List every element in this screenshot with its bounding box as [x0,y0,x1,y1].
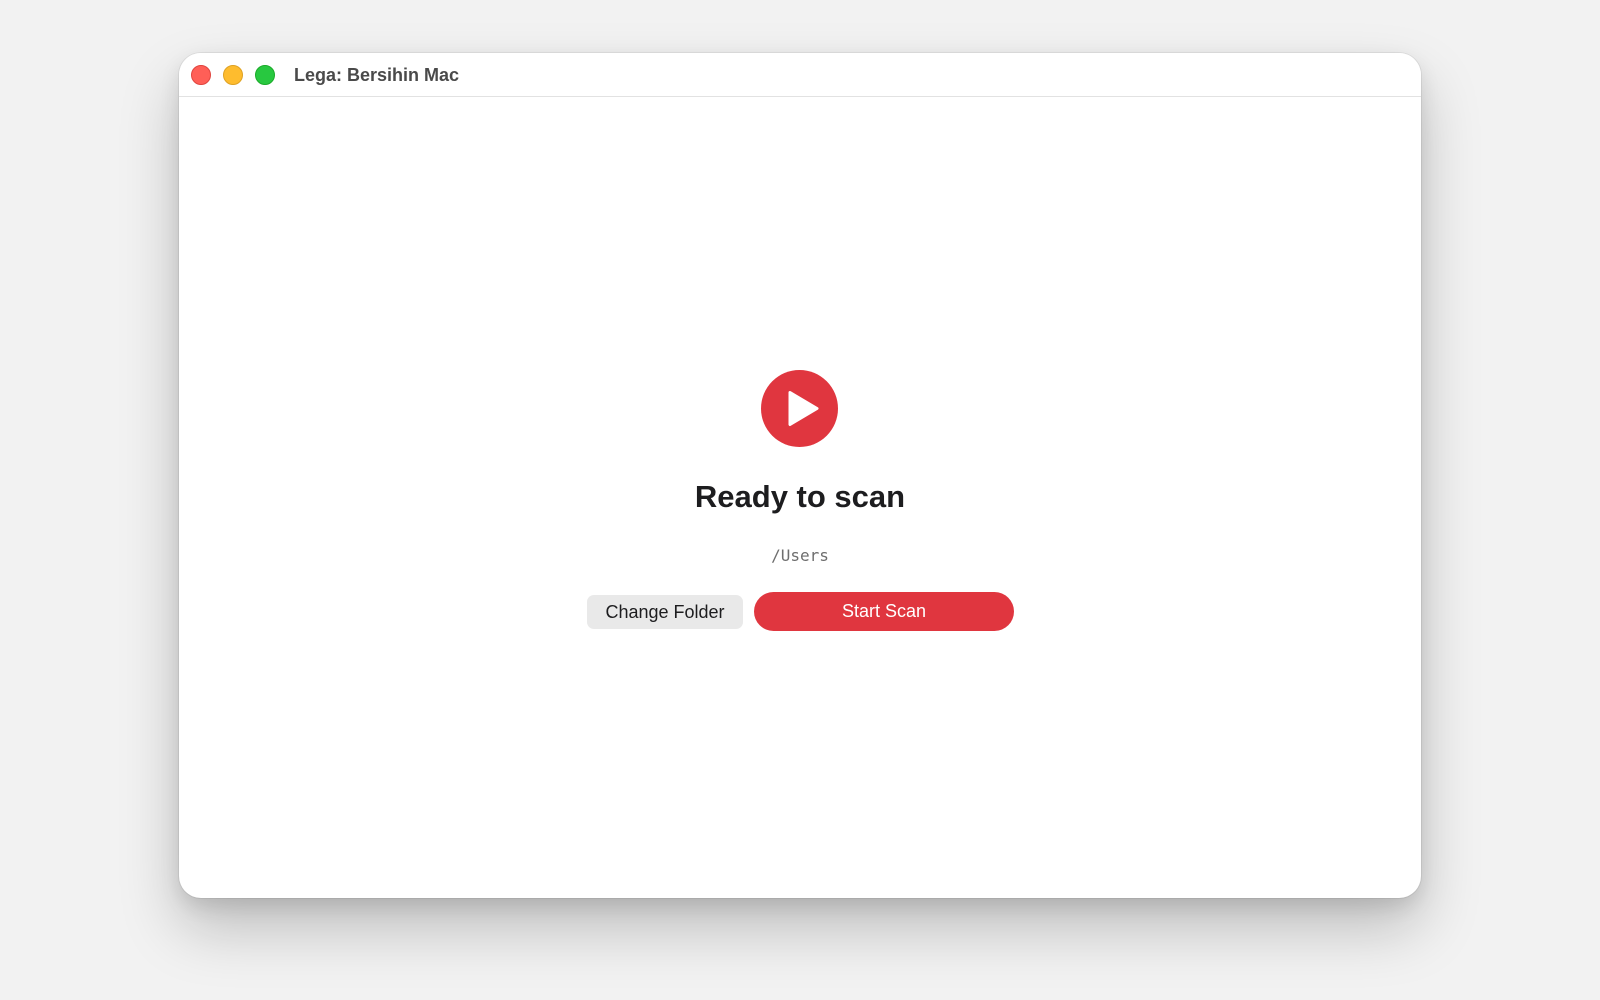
change-folder-button[interactable]: Change Folder [587,595,743,629]
maximize-window-button[interactable] [255,65,275,85]
title-bar: Lega: Bersihin Mac [179,53,1421,97]
window-title: Lega: Bersihin Mac [294,65,460,85]
selected-folder-path: /Users [771,546,829,565]
start-scan-button[interactable]: Start Scan [754,592,1014,631]
close-window-button[interactable] [191,65,211,85]
play-circle-icon [761,370,838,447]
status-heading: Ready to scan [694,479,906,514]
app-window: Lega: Bersihin Mac Ready to scan /Users … [179,53,1421,898]
minimize-window-button[interactable] [223,65,243,85]
play-icon [788,391,819,426]
